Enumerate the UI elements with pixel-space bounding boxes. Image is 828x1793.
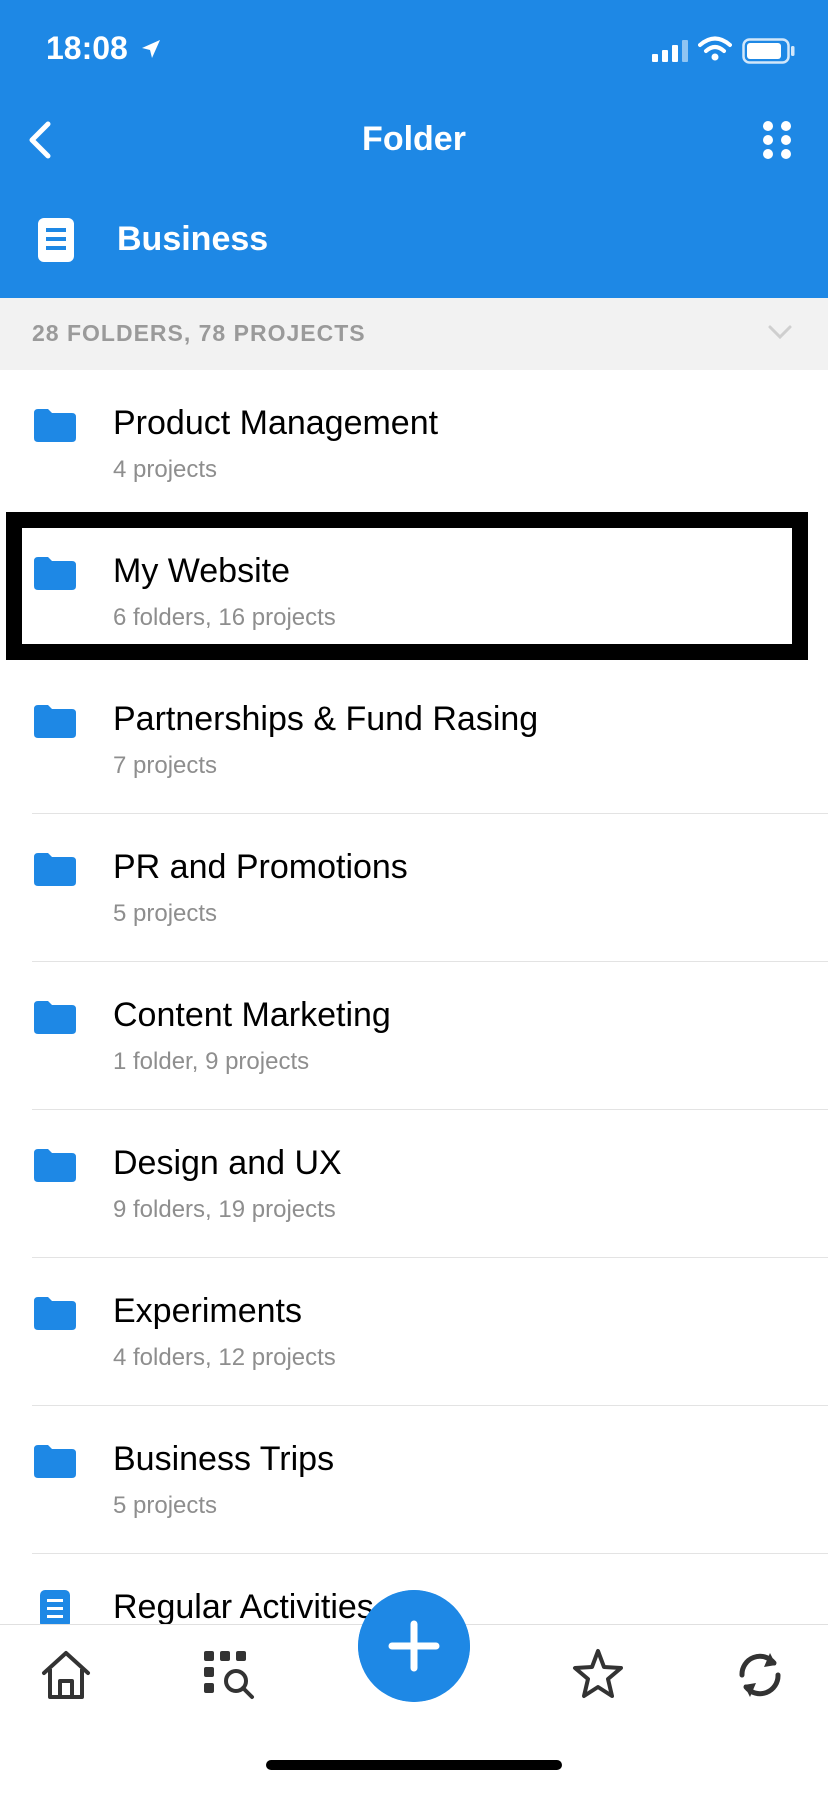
item-title: Business Trips [113, 1440, 335, 1478]
star-icon[interactable] [568, 1645, 628, 1705]
page-title: Folder [362, 120, 466, 158]
status-time: 18:08 [46, 30, 128, 66]
list-item[interactable]: Product Management 4 projects [0, 370, 828, 518]
folder-list: Product Management 4 projects My Website… [0, 370, 828, 1702]
list-item[interactable]: Experiments 4 folders, 12 projects [0, 1258, 828, 1406]
list-item[interactable]: PR and Promotions 5 projects [0, 814, 828, 962]
list-item[interactable]: My Website 6 folders, 16 projects [0, 518, 828, 666]
document-icon [40, 1590, 70, 1628]
folder-icon [34, 557, 76, 590]
item-title: Partnerships & Fund Rasing [113, 700, 539, 738]
add-button[interactable] [358, 1590, 470, 1702]
list-item[interactable]: Content Marketing 1 folder, 9 projects [0, 962, 828, 1110]
item-subtitle: 6 folders, 16 projects [113, 604, 336, 631]
item-subtitle: 5 projects [113, 1492, 218, 1519]
location-arrow-icon [142, 40, 160, 58]
document-icon [38, 218, 74, 262]
item-title: PR and Promotions [113, 848, 408, 886]
wifi-icon [698, 36, 732, 61]
item-subtitle: 5 projects [113, 900, 218, 927]
chevron-down-icon[interactable] [766, 318, 794, 346]
item-subtitle: 9 folders, 19 projects [113, 1196, 336, 1223]
folder-icon [34, 1149, 76, 1182]
item-title: My Website [113, 552, 290, 590]
header: 18:08 Folder Business [0, 0, 828, 298]
more-grid-button[interactable] [760, 118, 794, 162]
folder-icon [34, 705, 76, 738]
item-subtitle: 4 folders, 12 projects [113, 1344, 336, 1371]
cellular-signal-icon [652, 40, 688, 62]
search-grid-icon[interactable] [200, 1645, 260, 1705]
folder-name: Business [117, 220, 269, 258]
sync-icon[interactable] [730, 1645, 790, 1705]
folder-icon [34, 409, 76, 442]
list-item[interactable]: Design and UX 9 folders, 19 projects [0, 1110, 828, 1258]
item-subtitle: 1 folder, 9 projects [113, 1048, 310, 1075]
folder-icon [34, 1001, 76, 1034]
summary-bar[interactable]: 28 FOLDERS, 78 PROJECTS [0, 298, 828, 370]
item-title: Experiments [113, 1292, 302, 1330]
folder-icon [34, 1445, 76, 1478]
item-title: Design and UX [113, 1144, 342, 1182]
list-item[interactable]: Partnerships & Fund Rasing 7 projects [0, 666, 828, 814]
battery-icon [742, 38, 795, 64]
item-title: Product Management [113, 404, 439, 442]
list-item[interactable]: Business Trips 5 projects [0, 1406, 828, 1554]
summary-count: 28 FOLDERS, 78 PROJECTS [32, 320, 366, 346]
folder-icon [34, 1297, 76, 1330]
folder-icon [34, 853, 76, 886]
home-indicator [266, 1760, 562, 1770]
item-subtitle: 4 projects [113, 456, 218, 483]
item-title: Content Marketing [113, 996, 391, 1034]
item-subtitle: 7 projects [113, 752, 218, 779]
item-title: Regular Activities [113, 1588, 374, 1626]
home-icon[interactable] [36, 1645, 96, 1705]
